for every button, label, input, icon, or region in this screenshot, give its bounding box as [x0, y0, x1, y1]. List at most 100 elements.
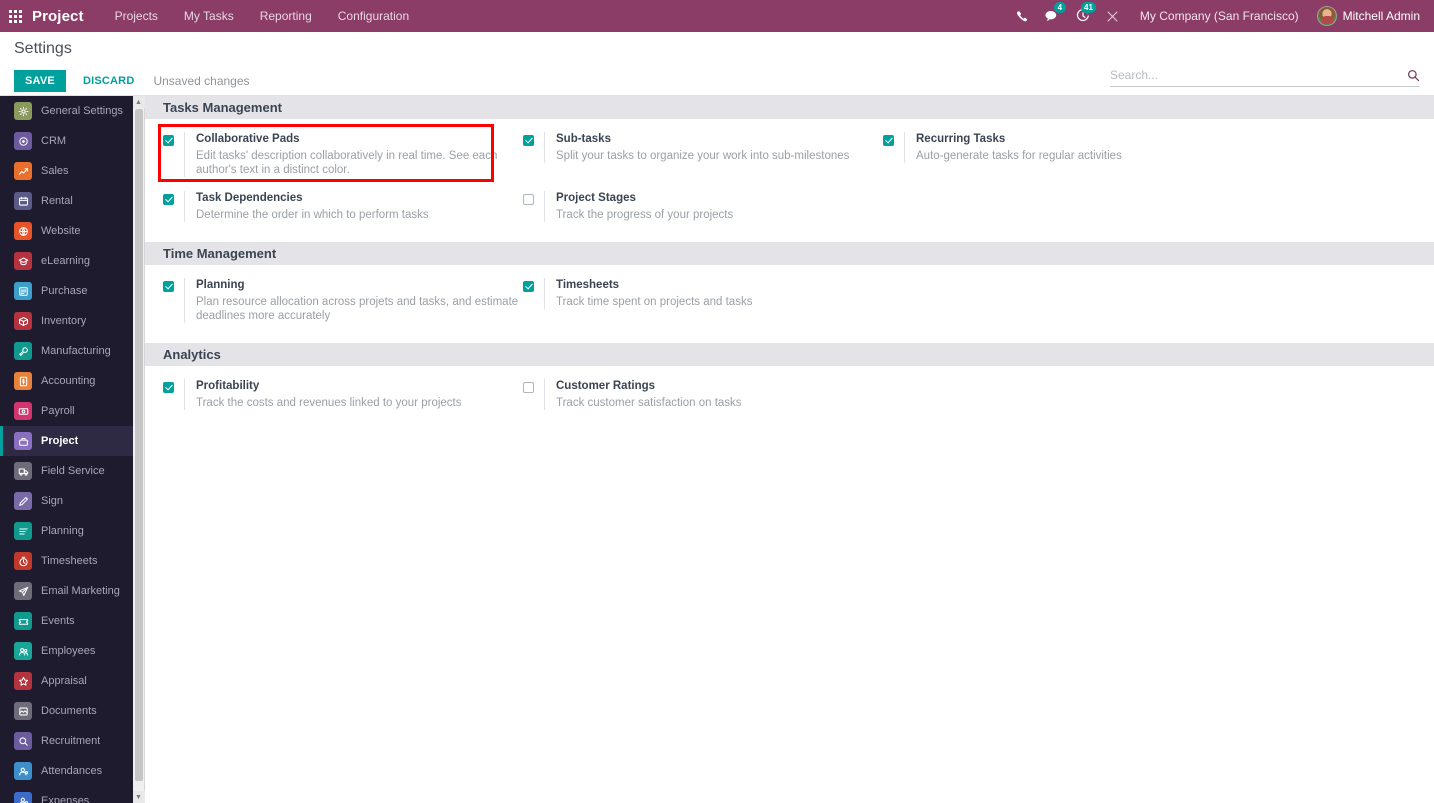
company-selector[interactable]: My Company (San Francisco) — [1128, 9, 1311, 23]
navbar-menu: Projects My Tasks Reporting Configuration — [102, 0, 423, 32]
setting-title: Task Dependencies — [196, 192, 303, 204]
top-navbar: Project Projects My Tasks Reporting Configu… — [0, 0, 1434, 32]
sidebar-item-payroll[interactable]: Payroll — [0, 396, 133, 426]
graduation-icon — [14, 252, 32, 270]
sidebar-item-label: Payroll — [41, 405, 75, 417]
project-icon — [14, 432, 32, 450]
search-icon[interactable] — [1407, 69, 1420, 82]
scroll-up-arrow[interactable]: ▲ — [132, 96, 145, 108]
activities-clock-icon[interactable]: 41 — [1068, 0, 1098, 32]
phone-icon[interactable] — [1008, 0, 1038, 32]
sidebar-item-label: Documents — [41, 705, 97, 717]
checkbox-task-dependencies[interactable] — [163, 194, 174, 205]
debug-icon[interactable] — [1098, 0, 1128, 32]
money-icon — [14, 402, 32, 420]
sidebar-item-sign[interactable]: Sign — [0, 486, 133, 516]
sidebar-item-label: Employees — [41, 645, 96, 657]
sidebar-item-accounting[interactable]: Accounting — [0, 366, 133, 396]
checkbox-planning[interactable] — [163, 281, 174, 292]
setting-text: Sub-tasks Split your tasks to organize yo… — [544, 132, 883, 163]
sidebar-item-expenses[interactable]: Expenses — [0, 786, 133, 803]
setting-title: Collaborative Pads — [196, 133, 300, 145]
invoice-icon — [14, 372, 32, 390]
sidebar-item-label: Email Marketing — [41, 585, 120, 597]
sidebar-item-label: Timesheets — [41, 555, 98, 567]
user-menu[interactable]: Mitchell Admin — [1311, 6, 1434, 26]
stopwatch-icon — [14, 552, 32, 570]
setting-text: Project Stages Track the progress of your… — [544, 191, 883, 222]
setting-option: Task Dependencies Determine the order in … — [163, 191, 523, 236]
send-icon — [14, 582, 32, 600]
checkbox-sub-tasks[interactable] — [523, 135, 534, 146]
sidebar-item-label: Inventory — [41, 315, 87, 327]
apps-grid-icon — [8, 9, 22, 23]
sidebar-item-purchase[interactable]: Purchase — [0, 276, 133, 306]
sidebar-item-events[interactable]: Events — [0, 606, 133, 636]
control-panel: Settings SAVE DISCARD Unsaved changes — [0, 32, 1434, 96]
sidebar-item-label: Attendances — [41, 765, 103, 777]
setting-description: Split your tasks to organize your work i… — [556, 150, 850, 162]
setting-description: Edit tasks' description collaboratively … — [196, 150, 498, 176]
setting-description: Track time spent on projects and tasks — [556, 296, 753, 308]
navbar-item-configuration[interactable]: Configuration — [325, 0, 422, 32]
setting-option: Timesheets Track time spent on projects a… — [523, 278, 883, 323]
app-brand-name[interactable]: Project — [32, 8, 84, 25]
sidebar-item-email-marketing[interactable]: Email Marketing — [0, 576, 133, 606]
scroll-down-arrow[interactable]: ▼ — [132, 791, 145, 803]
discard-button[interactable]: DISCARD — [72, 70, 146, 92]
messages-icon[interactable]: 4 — [1038, 0, 1068, 32]
setting-title: Sub-tasks — [556, 133, 611, 145]
sidebar-item-website[interactable]: Website — [0, 216, 133, 246]
sidebar-item-sales[interactable]: Sales — [0, 156, 133, 186]
sidebar-item-attendances[interactable]: Attendances — [0, 756, 133, 786]
sidebar-item-crm[interactable]: CRM — [0, 126, 133, 156]
sidebar-item-field-service[interactable]: Field Service — [0, 456, 133, 486]
checkbox-profitability[interactable] — [163, 382, 174, 393]
sidebar-item-inventory[interactable]: Inventory — [0, 306, 133, 336]
sidebar-item-manufacturing[interactable]: Manufacturing — [0, 336, 133, 366]
section-body: Profitability Track the costs and revenue… — [145, 366, 1434, 430]
setting-description: Auto-generate tasks for regular activiti… — [916, 150, 1122, 162]
setting-text: Profitability Track the costs and revenue… — [184, 379, 523, 410]
sidebar-item-label: General Settings — [41, 105, 123, 117]
sidebar-item-documents[interactable]: Documents — [0, 696, 133, 726]
setting-description: Determine the order in which to perform … — [196, 209, 429, 221]
navbar-item-reporting[interactable]: Reporting — [247, 0, 325, 32]
setting-option: Sub-tasks Split your tasks to organize yo… — [523, 132, 883, 177]
sidebar-scrollbar[interactable]: ▲ ▼ — [132, 96, 145, 803]
settings-sidebar: General Settings CRM Sales Rental Website eLe… — [0, 96, 133, 803]
calendar-icon — [14, 192, 32, 210]
sidebar-item-label: CRM — [41, 135, 67, 147]
checkbox-recurring-tasks[interactable] — [883, 135, 894, 146]
checkbox-customer-ratings[interactable] — [523, 382, 534, 393]
checkbox-project-stages[interactable] — [523, 194, 534, 205]
setting-title: Recurring Tasks — [916, 133, 1006, 145]
apps-menu-button[interactable] — [0, 0, 30, 32]
checkbox-collaborative-pads[interactable] — [163, 135, 174, 146]
setting-option: Customer Ratings Track customer satisfact… — [523, 379, 883, 424]
navbar-item-projects[interactable]: Projects — [102, 0, 171, 32]
sidebar-item-employees[interactable]: Employees — [0, 636, 133, 666]
sidebar-item-project[interactable]: Project — [0, 426, 133, 456]
sidebar-item-label: Sign — [41, 495, 64, 507]
doc-icon — [14, 702, 32, 720]
setting-description: Plan resource allocation across projets … — [196, 296, 519, 322]
sidebar-item-timesheets[interactable]: Timesheets — [0, 546, 133, 576]
sidebar-item-general-settings[interactable]: General Settings — [0, 96, 133, 126]
scrollbar-thumb[interactable] — [135, 109, 143, 781]
sidebar-item-planning[interactable]: Planning — [0, 516, 133, 546]
save-button[interactable]: SAVE — [14, 70, 66, 92]
sidebar-item-label: Manufacturing — [41, 345, 111, 357]
setting-option: Project Stages Track the progress of your… — [523, 191, 883, 236]
setting-option: Planning Plan resource allocation across … — [163, 278, 523, 337]
checkbox-timesheets[interactable] — [523, 281, 534, 292]
magnify-icon — [14, 732, 32, 750]
search-input[interactable] — [1110, 68, 1407, 82]
sidebar-item-rental[interactable]: Rental — [0, 186, 133, 216]
page-body: General Settings CRM Sales Rental Website eLe… — [0, 96, 1434, 803]
sidebar-item-appraisal[interactable]: Appraisal — [0, 666, 133, 696]
sidebar-item-elearning[interactable]: eLearning — [0, 246, 133, 276]
sidebar-item-recruitment[interactable]: Recruitment — [0, 726, 133, 756]
navbar-item-my-tasks[interactable]: My Tasks — [171, 0, 247, 32]
target-icon — [14, 132, 32, 150]
